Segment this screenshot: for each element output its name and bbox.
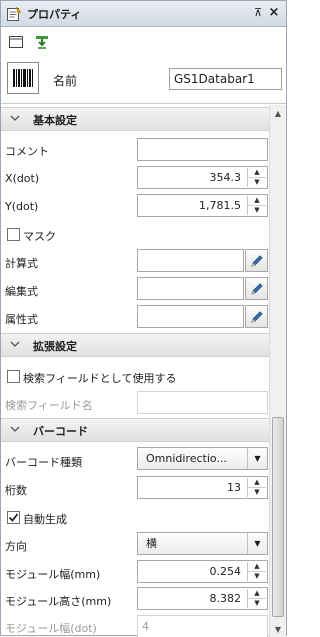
spin-down-icon[interactable]: ▼ bbox=[248, 177, 266, 186]
comment-field[interactable] bbox=[137, 138, 268, 161]
chevron-down-icon bbox=[10, 426, 20, 432]
module-height-mm-label: モジュール高さ(mm) bbox=[5, 595, 112, 608]
attr-formula-edit-button[interactable] bbox=[245, 305, 268, 328]
name-row: 名前 GS1Databar1 bbox=[1, 59, 286, 101]
module-width-mm-value: 0.254 bbox=[209, 565, 242, 578]
use-search-field-checkbox[interactable] bbox=[7, 370, 20, 383]
pin-icon[interactable]: ⊼ bbox=[251, 6, 265, 20]
spin-down-icon[interactable]: ▼ bbox=[248, 487, 266, 496]
toolbar bbox=[1, 29, 286, 55]
spin-down-icon[interactable]: ▼ bbox=[248, 205, 266, 214]
mask-checkbox[interactable] bbox=[7, 228, 20, 241]
attr-formula-label: 属性式 bbox=[5, 313, 38, 326]
direction-value: 横 bbox=[146, 537, 157, 550]
name-input[interactable]: GS1Databar1 bbox=[169, 68, 282, 90]
properties-panel: プロパティ ⊼ × 名前 GS1Databar1 基本設定 コメント X(dot… bbox=[0, 0, 287, 637]
module-width-mm-label: モジュール幅(mm) bbox=[5, 568, 101, 581]
chevron-down-icon bbox=[10, 341, 20, 347]
section-barcode-header[interactable]: バーコード bbox=[1, 418, 269, 442]
module-width-mm-spinner[interactable]: ▲ ▼ bbox=[247, 562, 266, 581]
module-height-mm-value: 8.382 bbox=[209, 592, 242, 605]
name-label: 名前 bbox=[53, 74, 78, 88]
divider bbox=[1, 103, 286, 104]
x-dot-field[interactable]: 354.3 ▲ ▼ bbox=[137, 166, 268, 189]
close-icon[interactable]: × bbox=[267, 5, 281, 21]
section-barcode-label: バーコード bbox=[33, 425, 88, 438]
x-dot-value: 354.3 bbox=[209, 171, 242, 184]
section-basic-label: 基本設定 bbox=[33, 114, 77, 127]
scroll-thumb[interactable] bbox=[272, 417, 284, 617]
module-height-mm-field[interactable]: 8.382 ▲ ▼ bbox=[137, 587, 268, 610]
chevron-down-icon[interactable]: ▼ bbox=[247, 448, 267, 469]
digits-spinner[interactable]: ▲ ▼ bbox=[247, 478, 266, 497]
direction-select[interactable]: 横 ▼ bbox=[137, 532, 268, 555]
pencil-icon bbox=[250, 254, 263, 267]
barcode-type-label: バーコード種類 bbox=[5, 456, 82, 469]
scroll-up-icon[interactable]: ▲ bbox=[270, 105, 286, 121]
y-dot-label: Y(dot) bbox=[5, 200, 39, 213]
scroll-down-icon[interactable]: ▼ bbox=[270, 621, 286, 637]
green-pin-icon[interactable] bbox=[32, 32, 52, 52]
module-width-dot-label: モジュール幅(dot) bbox=[5, 622, 97, 635]
direction-label: 方向 bbox=[5, 540, 27, 553]
property-grid: 基本設定 コメント X(dot) 354.3 ▲ ▼ Y(dot) 1,781.… bbox=[1, 105, 269, 637]
y-dot-field[interactable]: 1,781.5 ▲ ▼ bbox=[137, 194, 268, 217]
use-search-field-label: 検索フィールドとして使用する bbox=[23, 372, 177, 385]
calc-formula-edit-button[interactable] bbox=[245, 249, 268, 272]
barcode-type-select[interactable]: Omnidirectio... ▼ bbox=[137, 447, 268, 470]
y-dot-value: 1,781.5 bbox=[199, 199, 241, 212]
barcode-type-value: Omnidirectio... bbox=[146, 452, 227, 465]
pencil-icon bbox=[250, 310, 263, 323]
x-dot-label: X(dot) bbox=[5, 172, 40, 185]
spin-down-icon[interactable]: ▼ bbox=[248, 571, 266, 580]
panel-title: プロパティ bbox=[27, 7, 82, 21]
chevron-down-icon bbox=[10, 115, 20, 121]
barcode-icon bbox=[7, 62, 39, 94]
digits-value: 13 bbox=[227, 481, 241, 494]
edit-formula-label: 編集式 bbox=[5, 285, 38, 298]
pencil-icon bbox=[250, 282, 263, 295]
edit-formula-edit-button[interactable] bbox=[245, 277, 268, 300]
vertical-scrollbar[interactable]: ▲ ▼ bbox=[269, 105, 286, 637]
x-dot-spinner[interactable]: ▲ ▼ bbox=[247, 168, 266, 187]
auto-generate-checkbox[interactable] bbox=[7, 511, 20, 524]
window-icon[interactable] bbox=[6, 32, 26, 52]
search-field-name-field bbox=[137, 391, 268, 414]
attr-formula-field[interactable] bbox=[137, 305, 244, 328]
checkmark-icon bbox=[8, 513, 19, 522]
spin-down-icon[interactable]: ▼ bbox=[248, 598, 266, 607]
calc-formula-label: 計算式 bbox=[5, 257, 38, 270]
chevron-down-icon[interactable]: ▼ bbox=[247, 533, 267, 554]
section-extended-header[interactable]: 拡張設定 bbox=[1, 333, 269, 357]
edit-formula-field[interactable] bbox=[137, 277, 244, 300]
properties-icon bbox=[7, 6, 22, 21]
search-field-name-label: 検索フィールド名 bbox=[5, 399, 93, 412]
digits-label: 桁数 bbox=[5, 484, 27, 497]
title-bar: プロパティ ⊼ × bbox=[1, 1, 286, 27]
module-width-mm-field[interactable]: 0.254 ▲ ▼ bbox=[137, 560, 268, 583]
mask-label: マスク bbox=[23, 230, 56, 243]
digits-field[interactable]: 13 ▲ ▼ bbox=[137, 476, 268, 499]
comment-label: コメント bbox=[5, 145, 49, 158]
y-dot-spinner[interactable]: ▲ ▼ bbox=[247, 196, 266, 215]
calc-formula-field[interactable] bbox=[137, 249, 244, 272]
section-basic-header[interactable]: 基本設定 bbox=[1, 107, 269, 131]
module-height-mm-spinner[interactable]: ▲ ▼ bbox=[247, 589, 266, 608]
module-width-dot-field: 4 bbox=[137, 615, 268, 637]
section-extended-label: 拡張設定 bbox=[33, 340, 77, 353]
auto-generate-label: 自動生成 bbox=[23, 513, 67, 526]
